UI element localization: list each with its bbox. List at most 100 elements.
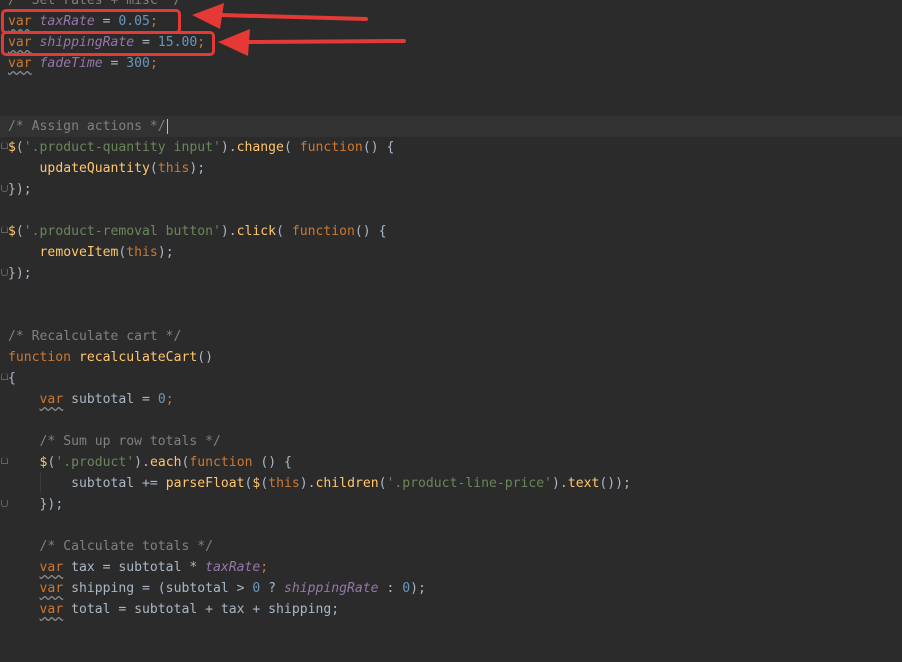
fold-close-icon[interactable] xyxy=(1,184,8,194)
code-text: ? xyxy=(260,581,284,596)
punctuation: ()); xyxy=(599,476,631,491)
punctuation: ); xyxy=(189,161,206,176)
fold-open-icon[interactable] xyxy=(1,226,8,236)
keyword: function xyxy=(8,350,72,365)
arrow-pointer-icon xyxy=(218,29,406,56)
code-line[interactable]: $('.product-removal button').click( func… xyxy=(0,221,902,242)
punctuation: ); xyxy=(410,581,426,596)
method-name: text xyxy=(567,476,600,491)
punctuation: ( xyxy=(149,161,158,176)
keyword: function xyxy=(189,455,253,470)
code-line[interactable]: var subtotal = 0; xyxy=(0,389,902,410)
function-name: updateQuantity xyxy=(39,161,150,176)
comment: /* Assign actions */ xyxy=(8,119,166,134)
string-literal: '.product' xyxy=(55,455,135,470)
punctuation: ). xyxy=(134,455,150,470)
function-name: parseFloat xyxy=(165,476,245,491)
punctuation: () { xyxy=(252,455,292,470)
this-keyword: this xyxy=(157,161,190,176)
punctuation: ( xyxy=(276,224,292,239)
operator: = xyxy=(102,56,127,71)
variable-name: taxRate xyxy=(205,560,261,575)
punctuation: () xyxy=(197,350,213,365)
code-line[interactable]: var total = subtotal + tax + shipping; xyxy=(0,599,902,620)
function-name: removeItem xyxy=(39,245,119,260)
keyword: var xyxy=(8,56,32,71)
code-editor[interactable]: /* Set rates + misc */ var taxRate = 0.0… xyxy=(0,0,902,617)
code-line[interactable]: { xyxy=(0,368,902,389)
code-line[interactable]: updateQuantity(this); xyxy=(0,158,902,179)
punctuation: }); xyxy=(8,182,32,197)
punctuation: ( xyxy=(283,140,300,155)
string-literal: '.product-quantity input' xyxy=(23,140,221,155)
punctuation: ). xyxy=(299,476,316,491)
punctuation: ). xyxy=(220,224,237,239)
code-line[interactable]: function recalculateCart() xyxy=(0,347,902,368)
keyword: var xyxy=(39,581,64,596)
code-line[interactable]: subtotal += parseFloat($(this).children(… xyxy=(0,473,902,494)
punctuation: ). xyxy=(552,476,568,491)
code-line[interactable]: var tax = subtotal * taxRate; xyxy=(0,557,902,578)
fold-close-icon[interactable] xyxy=(1,499,8,509)
number-literal: 0 xyxy=(402,581,411,596)
code-text: shipping = (subtotal > xyxy=(63,581,253,596)
comment: /* Calculate totals */ xyxy=(39,539,213,554)
semicolon: ; xyxy=(165,392,174,407)
code-text: tax = subtotal * xyxy=(63,560,206,575)
code-line[interactable]: }); xyxy=(0,494,902,515)
comment: /* Recalculate cart */ xyxy=(8,329,182,344)
code-line[interactable]: /* Calculate totals */ xyxy=(0,536,902,557)
semicolon: ; xyxy=(149,56,158,71)
code-line[interactable]: var shipping = (subtotal > 0 ? shippingR… xyxy=(0,578,902,599)
code-text: subtotal = xyxy=(63,392,158,407)
method-name: click xyxy=(236,224,277,239)
comment: /* Set rates + misc */ xyxy=(8,0,182,8)
function-name: recalculateCart xyxy=(78,350,198,365)
code-text: : xyxy=(378,581,403,596)
method-name: children xyxy=(315,476,379,491)
code-line[interactable]: $('.product-quantity input').change( fun… xyxy=(0,137,902,158)
code-line[interactable]: /* Recalculate cart */ xyxy=(0,326,902,347)
code-line[interactable]: }); xyxy=(0,179,902,200)
punctuation: () { xyxy=(362,140,395,155)
fold-open-icon[interactable] xyxy=(1,373,8,383)
punctuation: ( xyxy=(15,224,24,239)
code-line[interactable]: removeItem(this); xyxy=(0,242,902,263)
this-keyword: this xyxy=(126,245,158,260)
string-literal: '.product-line-price' xyxy=(386,476,553,491)
code-line[interactable]: var fadeTime = 300; xyxy=(0,53,902,74)
function-name: $ xyxy=(8,224,16,239)
method-name: each xyxy=(149,455,182,470)
keyword: function xyxy=(299,140,363,155)
code-text: subtotal += xyxy=(71,476,166,491)
fold-open-icon[interactable] xyxy=(1,457,8,467)
variable-name: shippingRate xyxy=(283,581,379,596)
keyword: var xyxy=(39,560,64,575)
text-caret xyxy=(166,119,168,134)
fold-close-icon[interactable] xyxy=(1,268,8,278)
keyword: var xyxy=(39,392,64,407)
number-literal: 300 xyxy=(126,56,150,71)
string-literal: '.product-removal button' xyxy=(23,224,221,239)
punctuation: ( xyxy=(15,140,24,155)
punctuation: }); xyxy=(8,266,32,281)
punctuation: }); xyxy=(39,497,64,512)
code-line[interactable]: $('.product').each(function () { xyxy=(0,452,902,473)
comment: /* Sum up row totals */ xyxy=(39,434,221,449)
variable-name: fadeTime xyxy=(39,56,103,71)
punctuation: () { xyxy=(354,224,387,239)
semicolon: ; xyxy=(260,560,269,575)
function-name: $ xyxy=(8,140,16,155)
punctuation: ). xyxy=(220,140,237,155)
punctuation: ); xyxy=(157,245,174,260)
code-line[interactable]: /* Sum up row totals */ xyxy=(0,431,902,452)
punctuation: { xyxy=(8,371,16,386)
fold-open-icon[interactable] xyxy=(1,142,8,152)
number-literal: 0 xyxy=(157,392,166,407)
method-name: change xyxy=(236,140,284,155)
code-line-current[interactable]: /* Assign actions */ xyxy=(0,116,902,137)
this-keyword: this xyxy=(268,476,300,491)
keyword: function xyxy=(291,224,355,239)
code-line[interactable]: }); xyxy=(0,263,902,284)
